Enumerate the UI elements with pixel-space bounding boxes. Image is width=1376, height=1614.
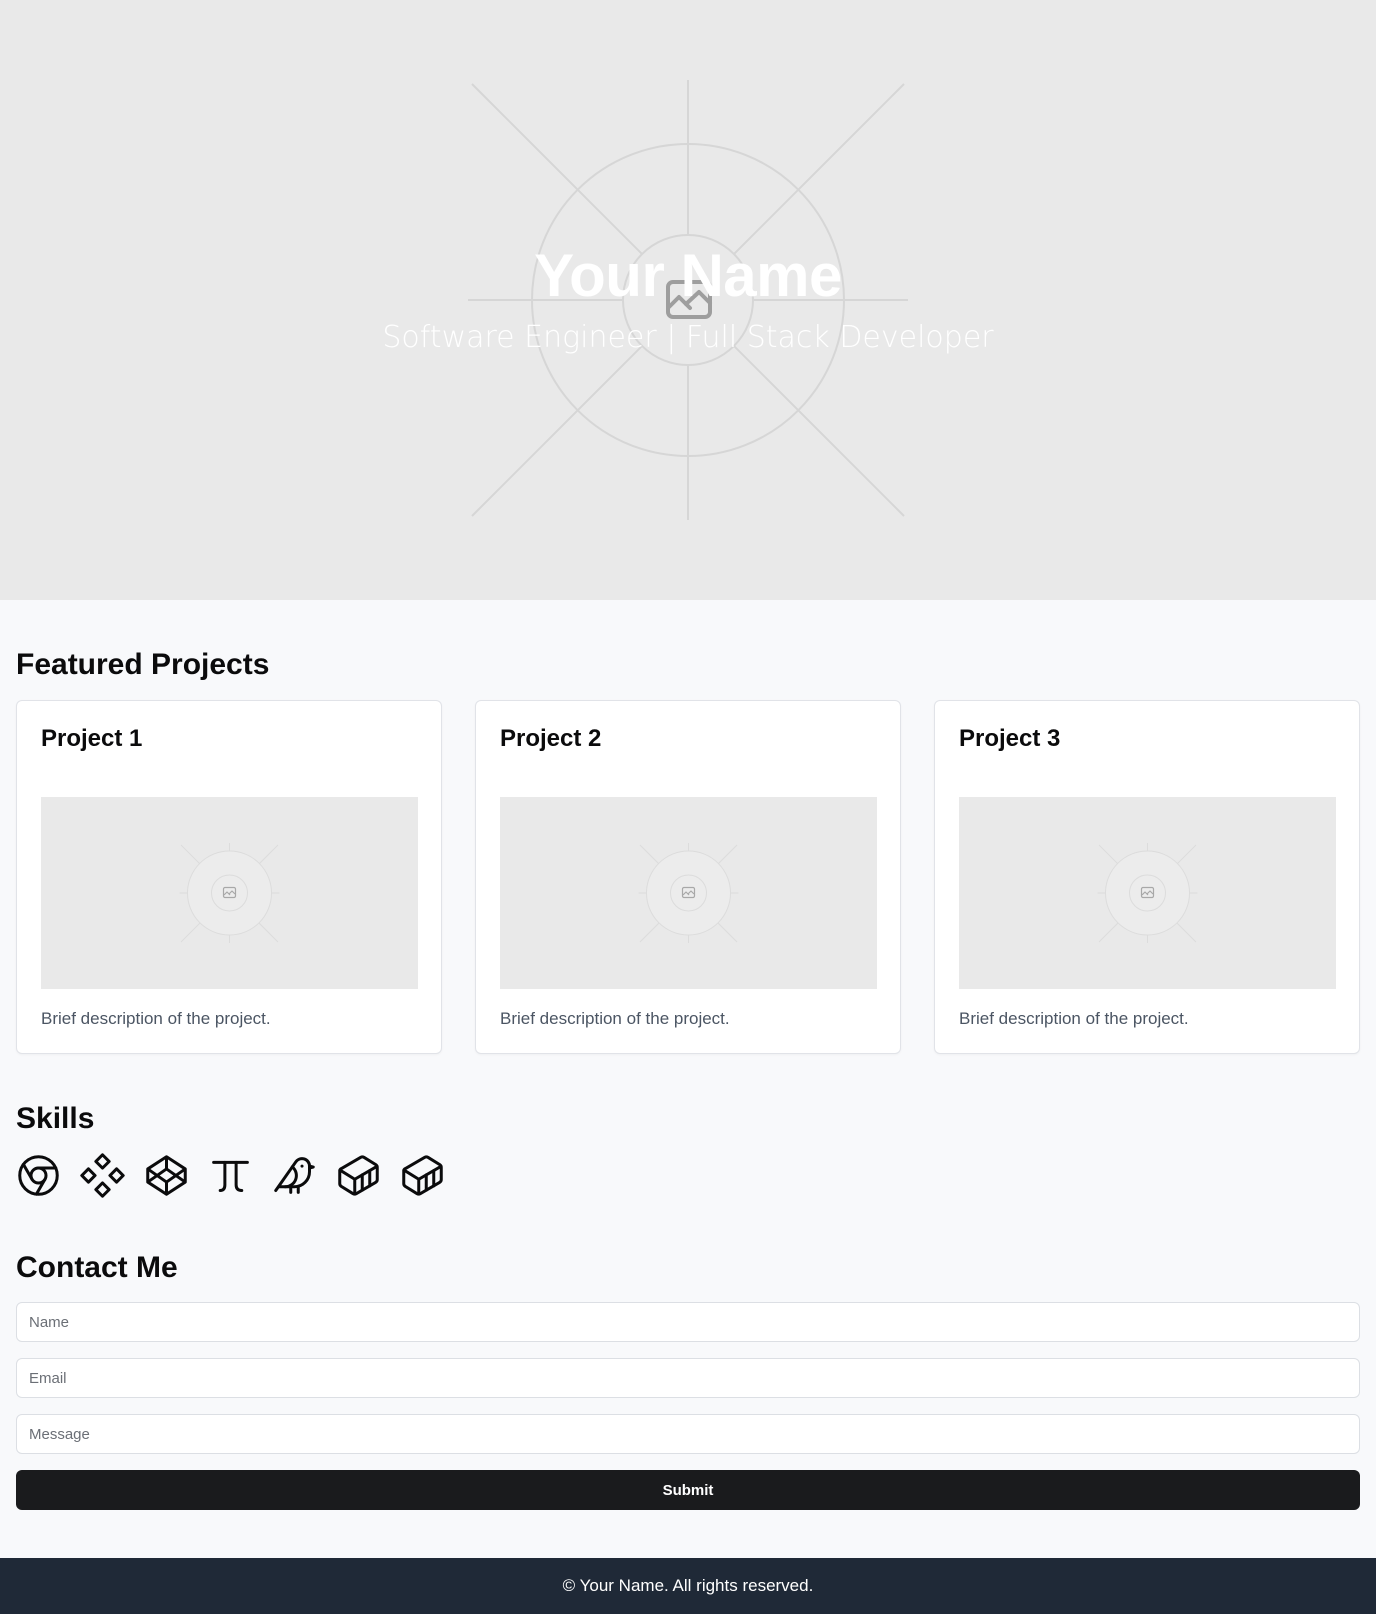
project-title: Project 2 xyxy=(500,725,602,752)
submit-button[interactable]: Submit xyxy=(16,1470,1360,1510)
name-field[interactable] xyxy=(16,1302,1360,1342)
project-image xyxy=(41,797,418,989)
bird-icon xyxy=(274,1157,315,1194)
project-card: Project 3 Brief description of the proje… xyxy=(934,700,1360,1054)
container-icon xyxy=(402,1155,443,1196)
codepen-icon xyxy=(146,1155,187,1196)
image-placeholder-icon xyxy=(1097,843,1198,943)
project-card: Project 1 Brief description of the proje… xyxy=(16,700,442,1054)
project-cards: Project 1 Brief description of the proje… xyxy=(16,700,1360,1054)
chrome-icon xyxy=(18,1155,59,1196)
project-image xyxy=(959,797,1336,989)
project-card: Project 2 Brief description of the proje… xyxy=(475,700,901,1054)
project-description: Brief description of the project. xyxy=(41,1009,271,1028)
footer-copyright: © Your Name. All rights reserved. xyxy=(562,1576,814,1595)
hero-section: Your Name Software Engineer | Full Stack… xyxy=(0,0,1376,600)
footer: © Your Name. All rights reserved. xyxy=(0,1558,1376,1614)
featured-projects-heading: Featured Projects xyxy=(16,648,270,681)
image-placeholder-icon xyxy=(179,843,280,943)
hero-subtitle: Software Engineer | Full Stack Developer xyxy=(382,320,994,355)
project-title: Project 1 xyxy=(41,725,143,752)
project-title: Project 3 xyxy=(959,725,1061,752)
message-field[interactable] xyxy=(16,1414,1360,1454)
skills-icons xyxy=(16,1153,445,1198)
project-description: Brief description of the project. xyxy=(500,1009,730,1028)
contact-heading: Contact Me xyxy=(16,1251,178,1284)
image-placeholder-icon xyxy=(638,843,739,943)
email-field[interactable] xyxy=(16,1358,1360,1398)
container-icon xyxy=(338,1155,379,1196)
figma-icon xyxy=(80,1153,125,1198)
project-image xyxy=(500,797,877,989)
project-description: Brief description of the project. xyxy=(959,1009,1189,1028)
hero-title: Your Name xyxy=(534,242,842,309)
pi-icon xyxy=(212,1160,249,1192)
skills-heading: Skills xyxy=(16,1102,95,1135)
